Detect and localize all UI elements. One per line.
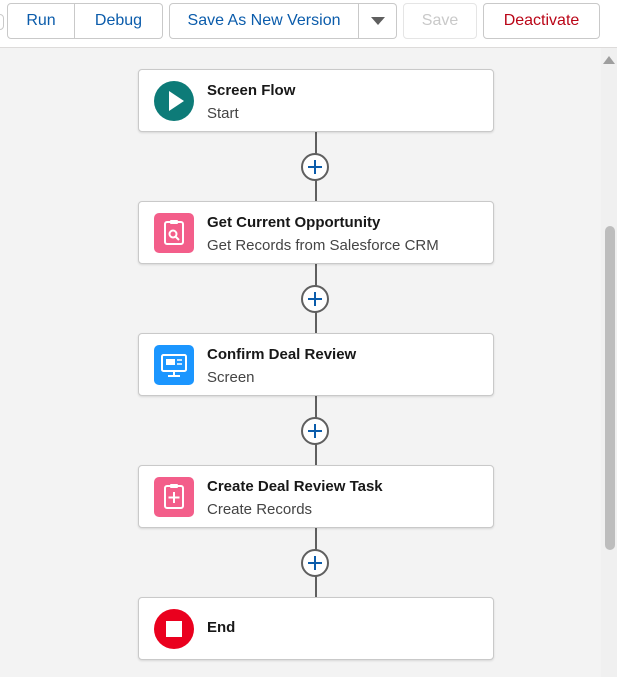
toolbar: Run Debug Save As New Version Save Deact…: [0, 0, 617, 48]
chevron-down-icon: [370, 17, 385, 25]
flow-node-start[interactable]: Screen Flow Start: [138, 69, 494, 132]
scroll-up-arrow-icon[interactable]: [603, 56, 615, 64]
node-subtitle: Start: [207, 105, 239, 122]
screen-icon: [154, 345, 194, 385]
play-icon: [154, 81, 194, 121]
node-title: End: [207, 619, 236, 636]
collapsed-panel-handle[interactable]: [0, 14, 4, 30]
node-title: Screen Flow: [207, 82, 296, 99]
add-element-button[interactable]: [301, 417, 329, 445]
add-element-button[interactable]: [301, 153, 329, 181]
scrollbar-thumb[interactable]: [605, 226, 615, 550]
flow-node-screen[interactable]: Confirm Deal Review Screen: [138, 333, 494, 396]
run-button[interactable]: Run: [7, 3, 75, 39]
node-title: Create Deal Review Task: [207, 478, 383, 495]
stop-icon: [154, 609, 194, 649]
node-subtitle: Get Records from Salesforce CRM: [207, 237, 439, 254]
node-subtitle: Screen: [207, 369, 255, 386]
flow-node-get-records[interactable]: Get Current Opportunity Get Records from…: [138, 201, 494, 264]
node-title: Confirm Deal Review: [207, 346, 357, 363]
add-element-button[interactable]: [301, 549, 329, 577]
add-element-button[interactable]: [301, 285, 329, 313]
get-records-icon: [154, 213, 194, 253]
node-title: Get Current Opportunity: [207, 214, 381, 231]
deactivate-button[interactable]: Deactivate: [483, 3, 600, 39]
flow-node-create-records[interactable]: Create Deal Review Task Create Records: [138, 465, 494, 528]
save-button[interactable]: Save: [403, 3, 477, 39]
debug-button[interactable]: Debug: [75, 3, 163, 39]
create-records-icon: [154, 477, 194, 517]
save-options-dropdown-button[interactable]: [359, 3, 397, 39]
node-subtitle: Create Records: [207, 501, 313, 518]
flow-node-end[interactable]: End: [138, 597, 494, 660]
save-as-new-version-button[interactable]: Save As New Version: [169, 3, 359, 39]
